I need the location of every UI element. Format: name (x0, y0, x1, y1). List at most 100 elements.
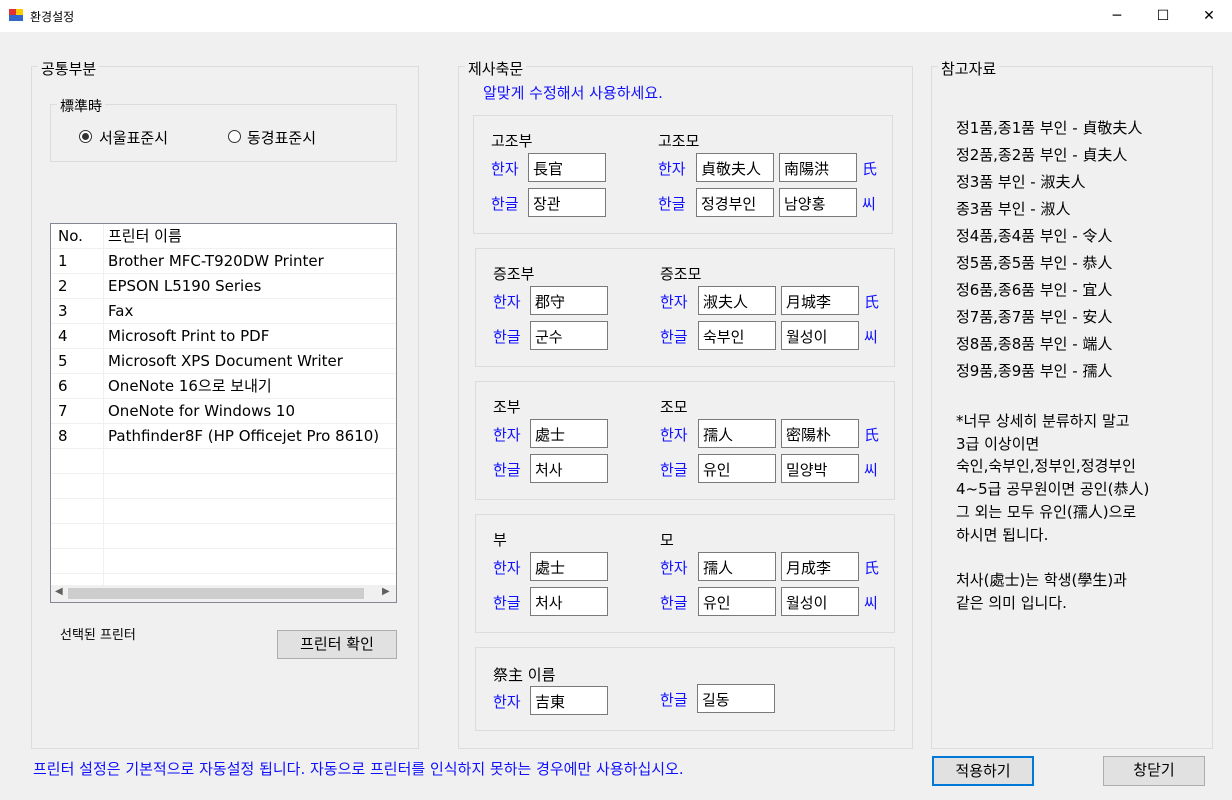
note-line: *너무 상세히 분류하지 말고 (956, 412, 1130, 430)
mother-title-hangul-input[interactable]: 숙부인 (698, 321, 776, 350)
printer-no: 6 (58, 377, 68, 395)
note-line: 하시면 됩니다. (956, 525, 1049, 544)
minimize-button[interactable]: ─ (1094, 0, 1140, 32)
mother-clan-hanja-input[interactable]: 月城李 (781, 286, 859, 315)
hanja-suffix: 氏 (864, 426, 880, 444)
rank-line: 정8품,종8품 부인 - 端人 (956, 335, 1113, 353)
title-bar: 환경설정 ─ ☐ ✕ (0, 0, 1232, 32)
note-line: 3급 이상이면 (956, 434, 1040, 453)
hangul-suffix: 씨 (862, 195, 876, 213)
note-line: 같은 의미 입니다. (956, 593, 1067, 612)
hangul-suffix: 씨 (864, 594, 878, 612)
table-row[interactable]: 5 Microsoft XPS Document Writer (51, 349, 396, 374)
hanja-suffix: 氏 (864, 293, 880, 311)
mother-clan-hangul-input[interactable]: 월성이 (781, 587, 859, 616)
host-hangul-input[interactable]: 길동 (697, 684, 775, 713)
hanja-label: 한자 (660, 293, 688, 311)
mother-title-hanja-input[interactable]: 孺人 (698, 552, 776, 581)
rank-line: 정3품 부인 - 淑夫人 (956, 173, 1086, 191)
check-printer-button[interactable]: 프린터 확인 (277, 630, 397, 659)
table-row[interactable]: 3 Fax (51, 299, 396, 324)
radio-seoul-label[interactable]: 서울표준시 (99, 127, 168, 148)
hanja-label: 한자 (660, 559, 688, 577)
note-line: 그 외는 모두 유인(孺人)으로 (956, 502, 1137, 521)
hangul-label: 한글 (660, 461, 688, 479)
header-printer-name[interactable]: 프린터 이름 (108, 224, 182, 249)
prayer-hint: 알맞게 수정해서 사용하세요. (483, 84, 663, 102)
rank-line: 정4품,종4품 부인 - 令人 (956, 227, 1113, 245)
close-window-button[interactable]: 창닫기 (1103, 756, 1205, 786)
printer-name: Microsoft Print to PDF (108, 327, 270, 345)
radio-tokyo[interactable] (228, 130, 241, 143)
timezone-group-label: 標準時 (57, 96, 105, 116)
note-line: 숙인,숙부인,정부인,정경부인 (956, 457, 1136, 476)
father-hangul-input[interactable]: 군수 (530, 321, 608, 350)
table-row[interactable]: 4 Microsoft Print to PDF (51, 324, 396, 349)
mother-title-hangul-input[interactable]: 유인 (698, 454, 776, 483)
radio-seoul[interactable] (79, 130, 92, 143)
printer-name: Microsoft XPS Document Writer (108, 352, 343, 370)
scroll-left-icon[interactable]: ◀ (55, 586, 63, 597)
table-row[interactable] (51, 549, 396, 574)
window-title: 환경설정 (30, 10, 75, 24)
printer-no: 2 (58, 277, 68, 295)
hanja-label: 한자 (493, 426, 521, 444)
mother-title-hanja-input[interactable]: 貞敬夫人 (696, 153, 774, 182)
header-no[interactable]: No. (58, 224, 83, 249)
hangul-suffix: 씨 (864, 461, 878, 479)
maximize-button[interactable]: ☐ (1140, 0, 1186, 32)
printer-name: EPSON L5190 Series (108, 277, 262, 295)
radio-tokyo-label[interactable]: 동경표준시 (247, 127, 316, 148)
father-label: 증조부 (493, 265, 535, 283)
father-hanja-input[interactable]: 長官 (528, 153, 606, 182)
mother-title-hangul-input[interactable]: 정경부인 (696, 188, 774, 217)
table-row[interactable] (51, 449, 396, 474)
printer-no: 4 (58, 327, 68, 345)
father-hangul-input[interactable]: 장관 (528, 188, 606, 217)
mother-title-hanja-input[interactable]: 淑夫人 (698, 286, 776, 315)
father-hanja-input[interactable]: 處士 (530, 419, 608, 448)
close-button[interactable]: ✕ (1186, 0, 1232, 32)
note-line: 4~5급 공무원이면 공인(恭人) (956, 480, 1150, 499)
father-hangul-input[interactable]: 처사 (530, 587, 608, 616)
table-row[interactable] (51, 474, 396, 499)
printer-no: 8 (58, 427, 68, 445)
father-hangul-input[interactable]: 처사 (530, 454, 608, 483)
scroll-thumb[interactable] (68, 588, 364, 599)
host-hanja-label: 한자 (493, 693, 521, 711)
table-row[interactable]: 6 OneNote 16으로 보내기 (51, 374, 396, 399)
mother-title-hangul-input[interactable]: 유인 (698, 587, 776, 616)
table-row[interactable]: 7 OneNote for Windows 10 (51, 399, 396, 424)
hangul-label: 한글 (658, 195, 686, 213)
mother-clan-hanja-input[interactable]: 月成李 (781, 552, 859, 581)
table-row[interactable]: 8 Pathfinder8F (HP Officejet Pro 8610) (51, 424, 396, 449)
mother-clan-hangul-input[interactable]: 남양홍 (779, 188, 857, 217)
printer-list[interactable]: No. 프린터 이름 1 Brother MFC-T920DW Printer 2 EP… (50, 223, 397, 603)
host-hanja-input[interactable]: 吉東 (530, 686, 608, 715)
father-hanja-input[interactable]: 處士 (530, 552, 608, 581)
hangul-label: 한글 (660, 328, 688, 346)
hangul-label: 한글 (491, 195, 519, 213)
scroll-right-icon[interactable]: ▶ (382, 586, 390, 597)
father-hanja-input[interactable]: 郡守 (530, 286, 608, 315)
mother-clan-hangul-input[interactable]: 밀양박 (781, 454, 859, 483)
mother-label: 모 (660, 531, 674, 549)
mother-clan-hangul-input[interactable]: 월성이 (781, 321, 859, 350)
hanja-label: 한자 (660, 426, 688, 444)
table-row[interactable]: 2 EPSON L5190 Series (51, 274, 396, 299)
mother-clan-hanja-input[interactable]: 南陽洪 (779, 153, 857, 182)
rank-line: 정5품,종5품 부인 - 恭人 (956, 254, 1113, 272)
rank-line: 정2품,종2품 부인 - 貞夫人 (956, 146, 1128, 164)
list-header: No. 프린터 이름 (51, 224, 396, 249)
apply-button[interactable]: 적용하기 (932, 756, 1034, 786)
rank-line: 정7품,종7품 부인 - 安人 (956, 308, 1113, 326)
mother-title-hanja-input[interactable]: 孺人 (698, 419, 776, 448)
table-row[interactable]: 1 Brother MFC-T920DW Printer (51, 249, 396, 274)
table-row[interactable] (51, 524, 396, 549)
rank-line: 정9품,종9품 부인 - 孺人 (956, 362, 1113, 380)
mother-clan-hanja-input[interactable]: 密陽朴 (781, 419, 859, 448)
horizontal-scrollbar[interactable]: ◀ ▶ (51, 585, 396, 602)
hanja-label: 한자 (493, 559, 521, 577)
table-row[interactable] (51, 499, 396, 524)
host-hangul-label: 한글 (660, 691, 688, 709)
